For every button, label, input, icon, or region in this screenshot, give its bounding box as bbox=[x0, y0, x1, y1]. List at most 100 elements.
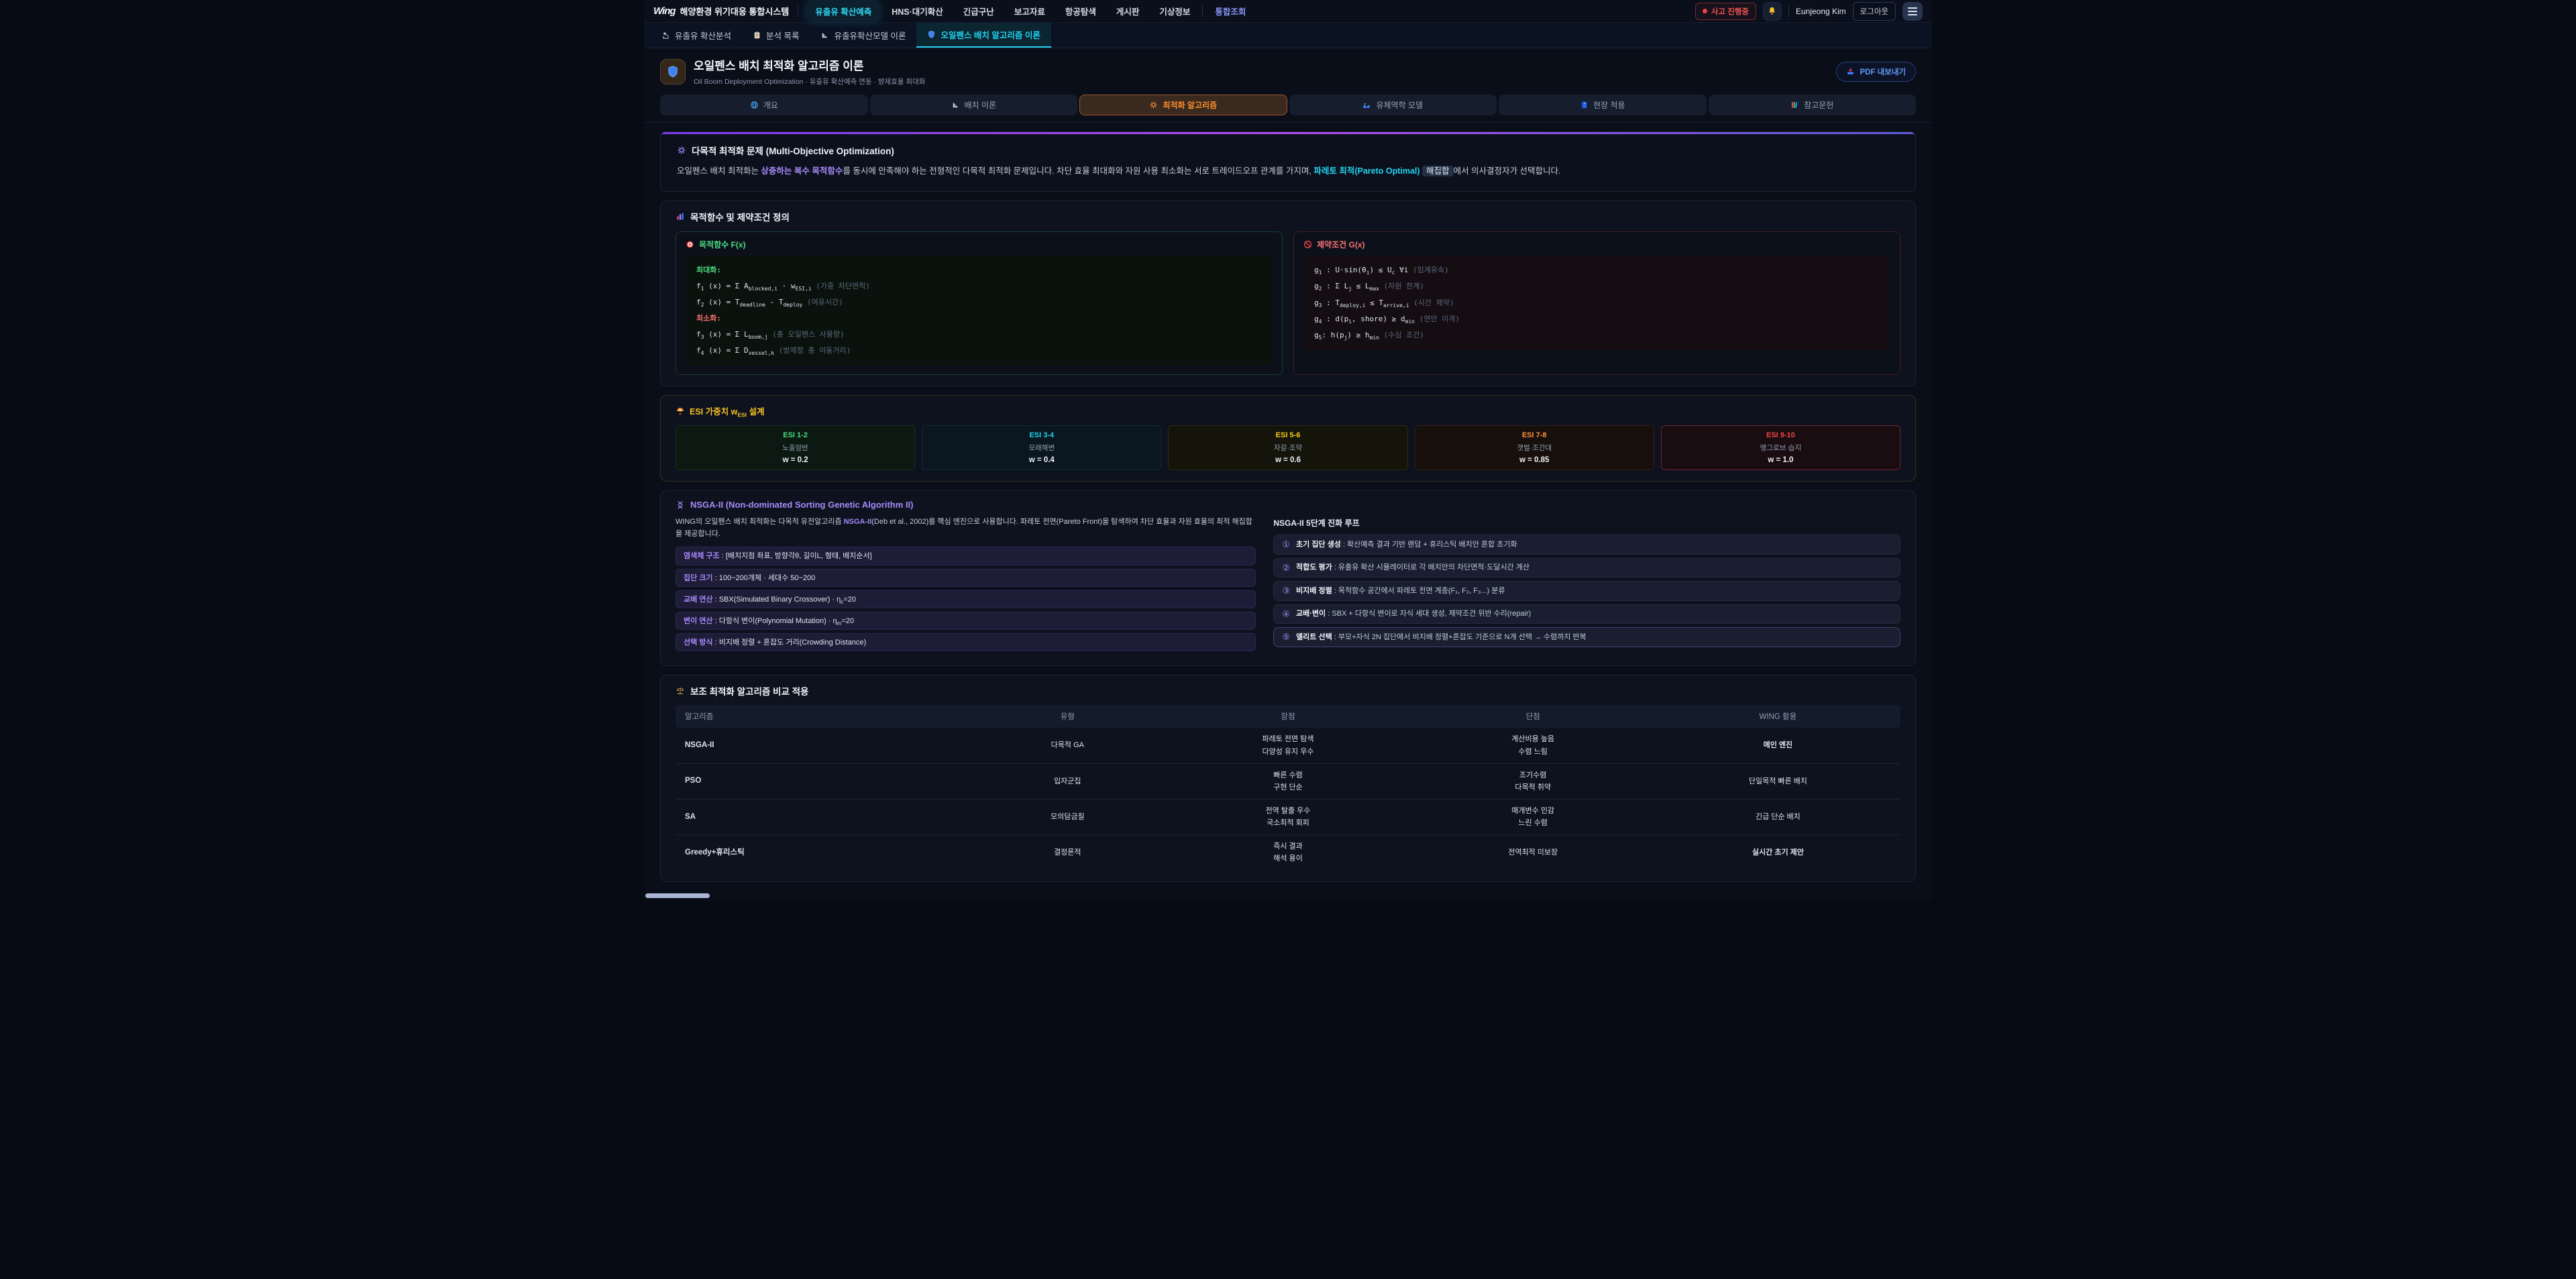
esi-weight-value: w = 0.6 bbox=[1173, 456, 1403, 464]
tab-analysis-list[interactable]: 분석 목록 bbox=[742, 23, 810, 48]
tab-field-application[interactable]: 현장 적용 bbox=[1499, 95, 1707, 115]
nav-item-oil-spill-prediction[interactable]: 유출유 확산예측 bbox=[807, 1, 879, 21]
table-row-sa: SA 모의담금질 전역 탈출 우수국소최적 회피 매개변수 민감느린 수렴 긴급… bbox=[676, 799, 1900, 834]
wing-usage: 메인 엔진 bbox=[1656, 728, 1900, 763]
app-title: 해양환경 위기대응 통합시스템 bbox=[680, 5, 790, 17]
hamburger-menu-button[interactable] bbox=[1902, 2, 1923, 21]
pdf-export-button[interactable]: PDF 내보내기 bbox=[1836, 62, 1916, 82]
nsga2-card: NSGA-II (Non-dominated Sorting Genetic A… bbox=[660, 490, 1916, 666]
incident-status-badge[interactable]: 사고 진행중 bbox=[1695, 3, 1756, 20]
param-crossover-operator: 교배 연산 : SBX(Simulated Binary Crossover) … bbox=[676, 590, 1256, 608]
app-logo[interactable]: Wing 해양환경 위기대응 통합시스템 bbox=[653, 5, 789, 17]
multi-objective-intro-card: 다목적 최적화 문제 (Multi-Objective Optimization… bbox=[660, 131, 1916, 192]
shield-icon bbox=[660, 59, 686, 85]
microscope-icon bbox=[661, 31, 670, 40]
highlight-pareto-optimal: 파레토 최적(Pareto Optimal) bbox=[1313, 166, 1419, 176]
algorithm-type: 입자군집 bbox=[969, 763, 1165, 799]
formula-g1: g1 : U·sin(θi) ≤ Uc ∀i (임계유속) bbox=[1314, 262, 1880, 278]
notifications-button[interactable] bbox=[1763, 2, 1782, 21]
tab-label: 현장 적용 bbox=[1593, 99, 1625, 111]
divider bbox=[644, 122, 1932, 123]
constraints-title: 제약조건 G(x) bbox=[1303, 239, 1890, 250]
page-header-left: 오일펜스 배치 최적화 알고리즘 이론 Oil Boom Deployment … bbox=[660, 56, 925, 87]
horizontal-scrollbar[interactable] bbox=[645, 893, 710, 898]
algorithm-type: 다목적 GA bbox=[969, 728, 1165, 763]
esi-shore-type: 자갈·조약 bbox=[1173, 443, 1403, 453]
esi-weight-value: w = 0.4 bbox=[926, 456, 1157, 464]
red-dot-icon bbox=[1703, 9, 1707, 13]
esi-weight-value: w = 0.85 bbox=[1419, 456, 1650, 464]
nav-item-aerial-search[interactable]: 항공탐색 bbox=[1057, 1, 1104, 21]
nav-right: 사고 진행중 Eunjeong Kim 로그아웃 bbox=[1695, 2, 1923, 21]
step-number-icon: ⑤ bbox=[1282, 630, 1290, 644]
nav-item-weather[interactable]: 기상정보 bbox=[1151, 1, 1198, 21]
esi-shore-type: 모래해변 bbox=[926, 443, 1157, 453]
step-number-icon: ③ bbox=[1282, 584, 1290, 598]
tab-hydrodynamics-model[interactable]: 유체역학 모델 bbox=[1289, 95, 1497, 115]
tab-overview[interactable]: 개요 bbox=[660, 95, 868, 115]
esi-range: ESI 9-10 bbox=[1666, 431, 1896, 439]
formula-g4: g4 : d(pi, shore) ≥ dmin (연안 이격) bbox=[1314, 311, 1880, 327]
top-navigation: Wing 해양환경 위기대응 통합시스템 유출유 확산예측 HNS·대기확산 긴… bbox=[644, 0, 1932, 23]
user-name: Eunjeong Kim bbox=[1796, 7, 1846, 16]
tab-label: 최적화 알고리즘 bbox=[1163, 99, 1217, 111]
section-tab-bar: 개요 배치 이론 최적화 알고리즘 유체역학 모델 현장 적용 참고문헌 bbox=[660, 95, 1916, 115]
bar-chart-icon bbox=[676, 212, 685, 221]
logout-button[interactable]: 로그아웃 bbox=[1853, 2, 1896, 21]
esi-card-3-4: ESI 3-4 모래해변 w = 0.4 bbox=[922, 425, 1161, 470]
algorithm-cons: 매개변수 민감느린 수렴 bbox=[1411, 799, 1656, 834]
tab-optimization-algorithm[interactable]: 최적화 알고리즘 bbox=[1079, 95, 1287, 115]
tab-diffusion-model-theory[interactable]: 유출유확산모델 이론 bbox=[810, 23, 916, 48]
no-entry-icon bbox=[1303, 240, 1312, 249]
intro-section-title: 다목적 최적화 문제 (Multi-Objective Optimization… bbox=[677, 144, 1899, 157]
nav-item-integrated-search[interactable]: 통합조회 bbox=[1207, 1, 1254, 21]
comparison-section-title: 보조 최적화 알고리즘 비교 적용 bbox=[676, 684, 1900, 698]
tab-label: 참고문헌 bbox=[1804, 99, 1833, 111]
triangle-ruler-icon bbox=[951, 101, 960, 109]
table-row-greedy: Greedy+휴리스틱 결정론적 즉시 결과해석 용이 전역최적 미보장 실시간… bbox=[676, 835, 1900, 871]
formula-f3: f3 (x) = Σ Lboom,j (총 오일펜스 사용량) bbox=[696, 327, 1262, 343]
highlight-solution-set-chip: 해집합 bbox=[1422, 166, 1454, 176]
algorithm-cons: 조기수렴다목적 취약 bbox=[1411, 763, 1656, 799]
triangle-ruler-icon bbox=[820, 31, 829, 40]
nav-item-board[interactable]: 게시판 bbox=[1108, 1, 1148, 21]
wing-usage: 실시간 초기 제안 bbox=[1656, 835, 1900, 871]
esi-range: ESI 3-4 bbox=[926, 431, 1157, 439]
param-selection-method: 선택 방식 : 비지배 정렬 + 혼잡도 거리(Crowding Distanc… bbox=[676, 633, 1256, 651]
formula-f2: f2 (x) = Tdeadline - Tdeploy (여유시간) bbox=[696, 294, 1262, 311]
download-icon bbox=[1846, 67, 1855, 76]
nav-item-reports[interactable]: 보고자료 bbox=[1006, 1, 1053, 21]
algorithm-type: 결정론적 bbox=[969, 835, 1165, 871]
beach-umbrella-icon bbox=[676, 406, 685, 416]
nsga2-left-column: NSGA-II (Non-dominated Sorting Genetic A… bbox=[676, 500, 1256, 655]
table-row-nsga2: NSGA-II 다목적 GA 파레토 전면 탐색다양성 유지 우수 계산비용 높… bbox=[676, 728, 1900, 763]
evolution-loop-title: NSGA-II 5단계 진화 루프 bbox=[1273, 517, 1900, 529]
divider bbox=[1788, 5, 1789, 17]
formula-g3: g3 : Tdeploy,i ≤ Tarrive,i (시간 제약) bbox=[1314, 295, 1880, 311]
nav-item-hns-diffusion[interactable]: HNS·대기확산 bbox=[883, 1, 951, 21]
highlight-conflicting-objectives: 상충하는 복수 목적함수 bbox=[761, 166, 843, 176]
tab-label: 분석 목록 bbox=[766, 29, 799, 42]
tab-deployment-theory[interactable]: 배치 이론 bbox=[870, 95, 1078, 115]
algorithm-pros: 전역 탈출 우수국소최적 회피 bbox=[1165, 799, 1410, 834]
tab-oil-spill-analysis[interactable]: 유출유 확산분석 bbox=[651, 23, 742, 48]
constraints-code: g1 : U·sin(θi) ≤ Uc ∀i (임계유속) g2 : Σ Lj … bbox=[1303, 256, 1890, 350]
wave-icon bbox=[1362, 101, 1371, 109]
dna-icon bbox=[676, 500, 685, 510]
nav-left: Wing 해양환경 위기대응 통합시스템 유출유 확산예측 HNS·대기확산 긴… bbox=[653, 1, 1254, 21]
globe-icon bbox=[750, 101, 759, 109]
wing-usage: 긴급 단순 배치 bbox=[1656, 799, 1900, 834]
nav-item-emergency-rescue[interactable]: 긴급구난 bbox=[955, 1, 1002, 21]
gear-icon bbox=[1149, 101, 1158, 109]
page-title-block: 오일펜스 배치 최적화 알고리즘 이론 Oil Boom Deployment … bbox=[694, 56, 925, 87]
esi-weight-value: w = 0.2 bbox=[680, 456, 910, 464]
tab-boom-deployment-theory[interactable]: 오일펜스 배치 알고리즘 이론 bbox=[916, 23, 1051, 48]
page-header: 오일펜스 배치 최적화 알고리즘 이론 Oil Boom Deployment … bbox=[644, 48, 1932, 93]
objectives-constraints-card: 목적함수 및 제약조건 정의 목적함수 F(x) 최대화: f1 (x) = Σ… bbox=[660, 201, 1916, 386]
tab-references[interactable]: 참고문헌 bbox=[1709, 95, 1917, 115]
books-icon bbox=[1790, 101, 1799, 109]
main-menu: 유출유 확산예측 HNS·대기확산 긴급구난 보고자료 항공탐색 게시판 기상정… bbox=[807, 1, 1254, 21]
esi-card-1-2: ESI 1-2 노출암반 w = 0.2 bbox=[676, 425, 915, 470]
step-elite-selection: ⑤엘리트 선택 : 부모+자식 2N 집단에서 비지배 정렬+혼잡도 기준으로 … bbox=[1273, 627, 1900, 647]
divider bbox=[1202, 5, 1203, 17]
